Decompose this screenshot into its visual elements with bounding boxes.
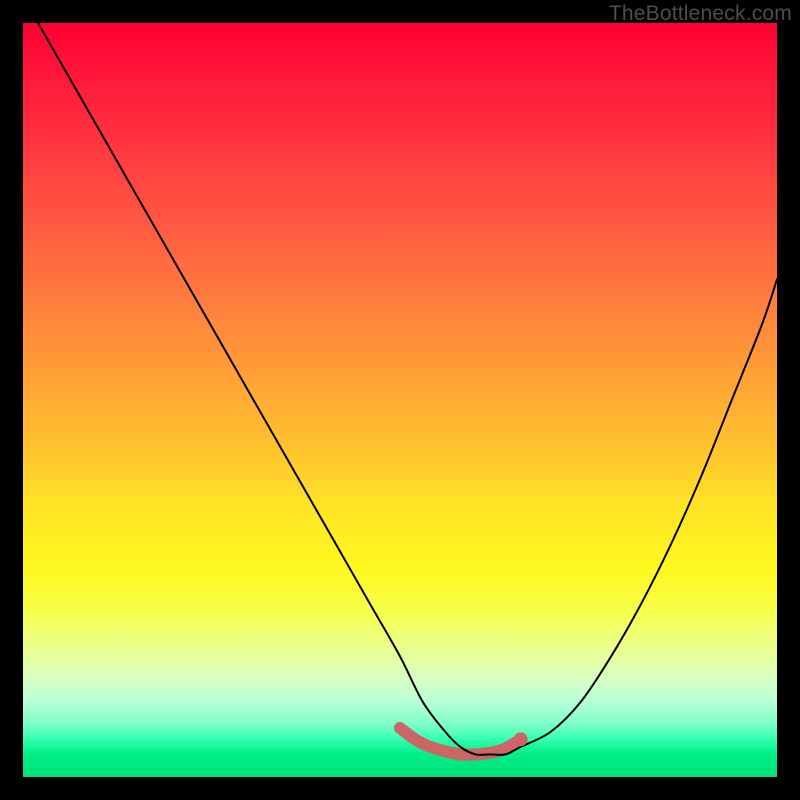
highlight-segment	[400, 728, 521, 755]
plot-area	[23, 23, 777, 777]
bottleneck-curve	[38, 23, 777, 755]
curve-svg	[23, 23, 777, 777]
highlight-endpoint	[514, 732, 528, 746]
watermark-text: TheBottleneck.com	[609, 2, 792, 26]
chart-frame: TheBottleneck.com	[0, 0, 800, 800]
